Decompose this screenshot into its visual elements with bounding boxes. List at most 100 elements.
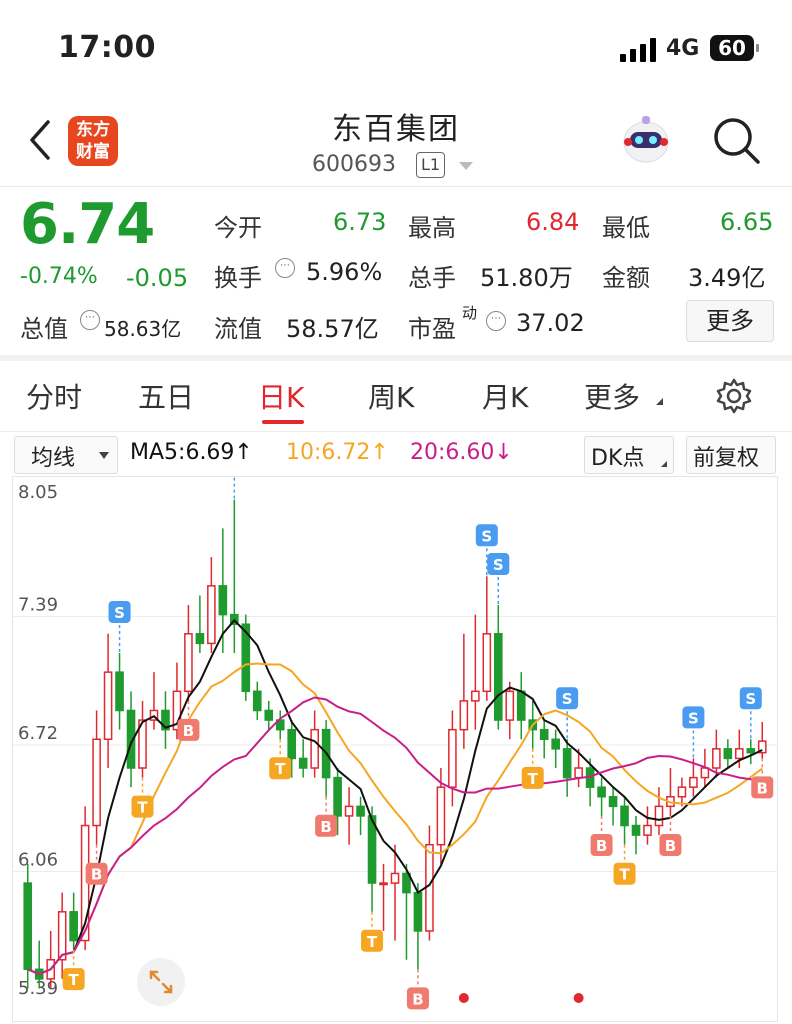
candle-body xyxy=(356,805,365,817)
ma10-value: 10:6.72↑ xyxy=(286,440,389,465)
pe-value: 37.02 xyxy=(516,309,585,337)
candle-body xyxy=(700,767,710,779)
candle-body xyxy=(459,700,469,731)
candle-body xyxy=(448,728,457,788)
tab-five-day[interactable]: 五日 xyxy=(138,376,194,416)
chevron-down-icon[interactable] xyxy=(459,162,473,170)
low-value: 6.65 xyxy=(720,208,774,236)
expand-icon[interactable] xyxy=(137,958,185,1006)
trade-marker-label: S xyxy=(481,527,492,545)
trade-marker-label: S xyxy=(562,690,573,708)
float-cap-value: 58.57亿 xyxy=(286,315,379,343)
dk-label: DK点 xyxy=(591,446,645,471)
candle-body xyxy=(631,824,641,836)
pe-dynamic-sup: 动 xyxy=(462,304,478,322)
change-amount: -0.05 xyxy=(126,264,189,292)
trade-marker-label: B xyxy=(91,866,102,884)
candle-body xyxy=(287,728,297,760)
candle-body xyxy=(608,796,618,808)
indicator-select[interactable]: 均线 xyxy=(14,436,118,474)
signal-icon xyxy=(620,38,660,62)
candle-body xyxy=(92,738,101,827)
trade-marker-label: S xyxy=(688,709,699,727)
candle-body xyxy=(734,748,744,760)
trade-marker-label: T xyxy=(528,770,539,788)
candle-body xyxy=(493,633,503,721)
candle-body xyxy=(103,671,113,740)
tabs-divider xyxy=(0,431,792,432)
y-axis-label: 8.05 xyxy=(18,482,58,503)
more-quote-button[interactable]: 更多 xyxy=(686,300,774,342)
trade-marker-label: B xyxy=(320,818,331,836)
turnover-value: 5.96% xyxy=(306,258,383,286)
candle-body xyxy=(23,882,33,971)
low-label: 最低 xyxy=(602,214,650,242)
kline-chart[interactable]: 8.057.396.726.065.39SSSSSSSTTTTTTBBBBBBB xyxy=(12,476,778,1022)
candle-body xyxy=(562,748,572,779)
high-value: 6.84 xyxy=(526,208,580,236)
trade-marker-label: B xyxy=(412,990,423,1008)
tab-monthly-k[interactable]: 月K xyxy=(482,376,528,416)
trade-marker-label: S xyxy=(493,556,504,574)
level-badge[interactable]: L1 xyxy=(416,152,446,178)
candle-body xyxy=(574,767,583,779)
trade-marker-label: B xyxy=(596,837,607,855)
candle-body xyxy=(390,872,400,884)
mktcap-value: 58.63亿 xyxy=(104,317,182,341)
turnover-label: 换手 xyxy=(214,264,262,292)
indicator-label: 均线 xyxy=(31,446,76,471)
tab-intraday[interactable]: 分时 xyxy=(26,376,82,416)
info-icon[interactable]: ⋯ xyxy=(80,310,100,330)
candle-body xyxy=(436,786,446,846)
trade-marker-label: B xyxy=(757,779,768,797)
candle-body xyxy=(298,757,308,769)
candle-body xyxy=(482,633,492,693)
corner-indicator-icon xyxy=(656,398,663,405)
candle-body xyxy=(597,786,606,798)
info-icon[interactable]: ⋯ xyxy=(486,311,506,331)
volume-value: 51.80万 xyxy=(480,264,573,292)
trade-marker-label: T xyxy=(275,760,286,778)
expand-arrows xyxy=(149,970,173,994)
candle-body xyxy=(677,786,687,798)
section-separator xyxy=(0,355,792,361)
candle-body xyxy=(471,690,480,702)
gear-icon[interactable] xyxy=(714,376,754,416)
trade-marker-label: B xyxy=(183,722,194,740)
candle-body xyxy=(505,690,515,721)
corner-indicator-icon xyxy=(661,461,667,467)
candle-body xyxy=(723,748,733,760)
candle-body xyxy=(551,738,560,750)
stock-code: 600693 xyxy=(312,152,396,177)
search-icon[interactable] xyxy=(710,114,764,168)
candle-body xyxy=(57,911,67,961)
tab-weekly-k[interactable]: 周K xyxy=(368,376,414,416)
network-type: 4G xyxy=(666,36,700,61)
amount-label: 金额 xyxy=(602,264,650,292)
signal-dot xyxy=(573,993,584,1003)
float-cap-label: 流值 xyxy=(214,315,262,343)
amount-value: 3.49亿 xyxy=(688,264,766,292)
open-value: 6.73 xyxy=(333,208,387,236)
candle-body xyxy=(379,882,388,886)
dk-point-button[interactable]: DK点 xyxy=(584,436,674,474)
tab-daily-k[interactable]: 日K xyxy=(258,376,304,416)
candle-body xyxy=(689,776,698,788)
volume-label: 总手 xyxy=(408,264,456,292)
mktcap-label: 总值 xyxy=(20,315,68,343)
pe-label: 市盈 xyxy=(408,315,456,343)
info-icon[interactable]: ⋯ xyxy=(275,258,295,278)
robot-assistant-icon[interactable] xyxy=(620,112,672,168)
candle-body xyxy=(413,891,423,932)
adjust-button[interactable]: 前复权 xyxy=(686,436,776,474)
candle-body xyxy=(218,585,228,616)
ma5-value: MA5:6.69↑ xyxy=(130,440,253,465)
tab-more[interactable]: 更多 xyxy=(584,376,640,416)
candle-body xyxy=(333,776,342,817)
candle-body xyxy=(654,805,664,827)
current-price: 6.74 xyxy=(20,192,155,257)
trade-marker-label: T xyxy=(619,866,630,884)
y-axis-label: 6.72 xyxy=(18,723,58,744)
candle-body xyxy=(195,633,205,645)
candle-body xyxy=(344,805,354,817)
